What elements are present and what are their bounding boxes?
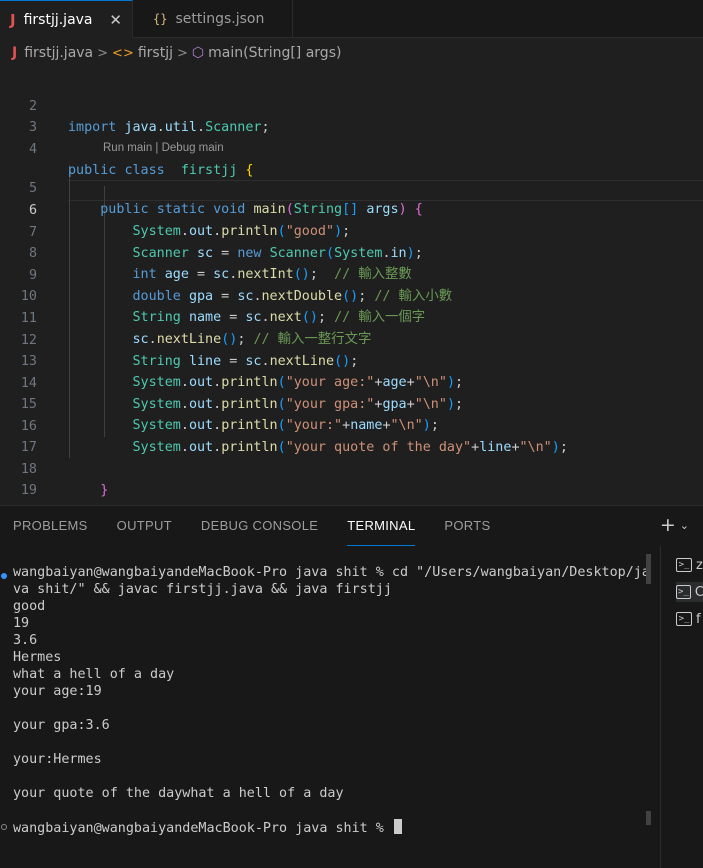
- terminal-scrollbar[interactable]: [646, 554, 651, 584]
- terminal-session-list: >_ z >_ C >_ f: [660, 546, 703, 868]
- terminal-line: what a hell of a day: [13, 667, 175, 682]
- terminal-session[interactable]: >_ f: [676, 609, 703, 629]
- breadcrumb-file[interactable]: firstjj.java: [24, 45, 93, 61]
- breadcrumb-method[interactable]: main(String[] args): [208, 45, 341, 61]
- codelens-run-debug[interactable]: Run main | Debug main: [103, 140, 224, 156]
- chevron-down-icon[interactable]: ⌄: [680, 519, 689, 532]
- terminal-icon: >_: [676, 612, 692, 626]
- terminal-line: wangbaiyan@wangbaiyandeMacBook-Pro java …: [13, 565, 650, 580]
- tab-output[interactable]: OUTPUT: [117, 506, 172, 546]
- terminal-prompt-line[interactable]: wangbaiyan@wangbaiyandeMacBook-Pro java …: [13, 819, 402, 836]
- code-line: 19 }: [20, 483, 76, 519]
- code-line: 5 public static void main(String[] args)…: [28, 181, 423, 217]
- code-line: 2 import java.util.Scanner;: [28, 99, 270, 135]
- java-file-icon: J: [10, 10, 16, 29]
- terminal-icon: >_: [676, 585, 691, 599]
- code-line: 17: [20, 440, 37, 455]
- chevron-right-icon: >: [97, 45, 109, 61]
- chevron-right-icon: >: [176, 45, 188, 61]
- code-line: 11 sc.nextLine(); // 輸入一整行文字: [20, 311, 372, 347]
- terminal-line: your:Hermes: [13, 752, 102, 767]
- code-line: 3: [28, 120, 37, 135]
- panel-actions: + ⌄: [660, 514, 689, 536]
- code-line-current: 6 System.out.println("good");: [28, 203, 351, 239]
- terminal-icon: >_: [676, 558, 692, 572]
- bottom-panel: PROBLEMS OUTPUT DEBUG CONSOLE TERMINAL P…: [0, 505, 703, 868]
- terminal-cursor: [393, 819, 402, 834]
- add-terminal-button[interactable]: +: [660, 514, 676, 536]
- terminal-prompt: wangbaiyan@wangbaiyandeMacBook-Pro java …: [13, 821, 392, 836]
- tab-problems[interactable]: PROBLEMS: [13, 506, 88, 546]
- terminal-line: good: [13, 599, 46, 614]
- terminal-session[interactable]: >_ z: [676, 555, 703, 575]
- code-line: 15 System.out.println("your:"+name+"\n")…: [20, 397, 439, 433]
- terminal-line: Hermes: [13, 650, 62, 665]
- json-file-icon: {}: [153, 12, 168, 26]
- code-line: 7 Scanner sc = new Scanner(System.in);: [28, 225, 423, 261]
- breadcrumb: J firstjj.java > <> firstjj > ⬡ main(Str…: [0, 38, 703, 68]
- tab-debug-console[interactable]: DEBUG CONSOLE: [201, 506, 318, 546]
- terminal-line: your gpa:3.6: [13, 718, 110, 733]
- close-icon[interactable]: ✕: [109, 11, 122, 29]
- code-line: 13 System.out.println("your age:"+age+"\…: [20, 354, 464, 390]
- terminal-line: 3.6: [13, 633, 38, 648]
- terminal-line: 19: [13, 616, 30, 631]
- terminal-line: va shit/" && javac firstjj.java && java …: [13, 582, 392, 597]
- editor-tab-bar: J firstjj.java ✕ {} settings.json: [0, 0, 703, 38]
- command-success-dot-icon[interactable]: [1, 573, 7, 579]
- code-line: 16 System.out.println("your quote of the…: [20, 419, 568, 455]
- terminal-session-active[interactable]: >_ C: [676, 582, 703, 602]
- code-editor[interactable]: 2 import java.util.Scanner; 3 4 public c…: [0, 68, 703, 520]
- tab-label: settings.json: [175, 11, 265, 27]
- java-file-icon: J: [12, 45, 18, 61]
- code-line: 20: [0, 481, 703, 520]
- tab-firstjj-java[interactable]: J firstjj.java ✕: [0, 0, 133, 38]
- terminal-output[interactable]: wangbaiyan@wangbaiyandeMacBook-Pro java …: [0, 554, 651, 861]
- code-line: 4 public class firstjj {: [28, 142, 254, 178]
- command-pending-dot-icon[interactable]: [1, 824, 7, 830]
- breadcrumb-class[interactable]: firstjj: [138, 45, 173, 61]
- class-icon: <>: [112, 45, 134, 61]
- code-line: 18 }: [20, 462, 109, 498]
- method-icon: ⬡: [191, 45, 205, 61]
- tab-terminal[interactable]: TERMINAL: [347, 506, 416, 546]
- panel-tab-bar: PROBLEMS OUTPUT DEBUG CONSOLE TERMINAL P…: [0, 506, 703, 546]
- terminal-line: your quote of the daywhat a hell of a da…: [13, 786, 344, 801]
- terminal-line: your age:19: [13, 684, 102, 699]
- tab-label: firstjj.java: [23, 11, 93, 28]
- code-line: 8 int age = sc.nextInt(); // 輸入整數: [28, 246, 412, 282]
- code-line: 12 String line = sc.nextLine();: [20, 333, 359, 369]
- terminal-scrollbar[interactable]: [646, 811, 651, 825]
- tab-ports[interactable]: PORTS: [444, 506, 490, 546]
- code-line: 9 double gpa = sc.nextDouble(); // 輸入小數: [28, 268, 453, 304]
- code-line: 10 String name = sc.next(); // 輸入一個字: [20, 289, 426, 325]
- code-line: 14 System.out.println("your gpa:"+gpa+"\…: [20, 376, 464, 412]
- tab-settings-json[interactable]: {} settings.json: [133, 0, 293, 38]
